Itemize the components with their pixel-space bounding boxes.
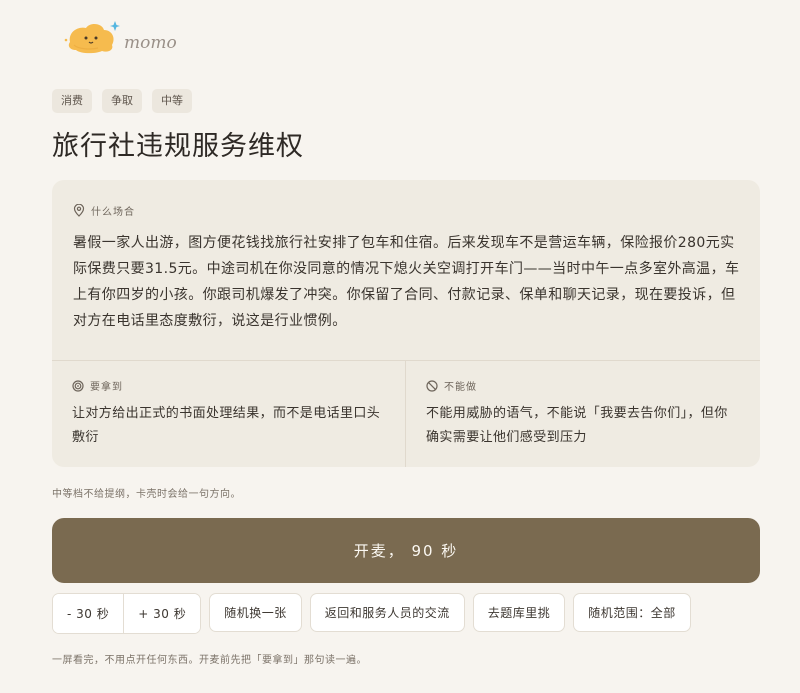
- back-button[interactable]: 返回和服务人员的交流: [309, 593, 465, 632]
- scenario-section: 什么场合 暑假一家人出游，图方便花钱找旅行社安排了包车和住宿。后来发现车不是营运…: [52, 180, 760, 361]
- scenario-text: 暑假一家人出游，图方便花钱找旅行社安排了包车和住宿。后来发现车不是营运车辆，保险…: [73, 235, 740, 329]
- constraint-label-text: 不能做: [444, 382, 477, 393]
- goal-label: 要拿到: [72, 378, 123, 393]
- footer-note: 一屏看完，不用点开任何东西。开麦前先把「要拿到」那句读一遍。: [52, 655, 367, 666]
- tag-category: 消费: [52, 89, 92, 113]
- random-swap-button[interactable]: 随机换一张: [209, 593, 302, 632]
- start-speaking-button[interactable]: 开麦， 90 秒: [52, 518, 760, 583]
- logo-wordmark: momo: [124, 33, 177, 53]
- scenario-label: 什么场合: [73, 203, 135, 218]
- constraint-text: 不能用威胁的语气，不能说「我要去告你们」，但你确实需要让他们感受到压力: [426, 406, 728, 445]
- tag-type: 争取: [102, 89, 142, 113]
- location-pin-icon: [73, 204, 85, 217]
- minus-30s-button[interactable]: - 30 秒: [53, 594, 124, 633]
- constraint-section: 不能做 不能用威胁的语气，不能说「我要去告你们」，但你确实需要让他们感受到压力: [406, 361, 759, 467]
- question-bank-button[interactable]: 去题库里挑: [472, 593, 566, 632]
- constraint-label: 不能做: [426, 378, 477, 393]
- tag-difficulty: 中等: [152, 89, 192, 113]
- goal-text: 让对方给出正式的书面处理结果，而不是电话里口头敷衍: [72, 406, 381, 445]
- control-bar: - 30 秒 + 30 秒 随机换一张 返回和服务人员的交流 去题库里挑 随机范…: [52, 593, 691, 634]
- forbidden-icon: [426, 379, 438, 392]
- difficulty-hint: 中等档不给提纲，卡壳时会给一句方向。: [52, 489, 241, 500]
- random-scope-button[interactable]: 随机范围：全部: [573, 593, 691, 632]
- momo-logo: momo: [64, 18, 204, 58]
- time-adjust-group: - 30 秒 + 30 秒: [52, 593, 202, 634]
- tag-list: 消费 争取 中等: [52, 89, 192, 113]
- target-icon: [72, 379, 84, 392]
- page: momo 消费 争取 中等 旅行社违规服务维权 什么场合 暑假一家人出游，图方便…: [0, 0, 800, 693]
- goal-section: 要拿到 让对方给出正式的书面处理结果，而不是电话里口头敷衍: [52, 361, 406, 467]
- scenario-label-text: 什么场合: [91, 207, 135, 218]
- scenario-card: 什么场合 暑假一家人出游，图方便花钱找旅行社安排了包车和住宿。后来发现车不是营运…: [52, 180, 760, 467]
- goal-constraint-row: 要拿到 让对方给出正式的书面处理结果，而不是电话里口头敷衍 不能做 不能用威胁的…: [52, 361, 760, 467]
- plus-30s-button[interactable]: + 30 秒: [123, 594, 201, 633]
- page-title: 旅行社违规服务维权: [52, 131, 304, 162]
- goal-label-text: 要拿到: [90, 382, 123, 393]
